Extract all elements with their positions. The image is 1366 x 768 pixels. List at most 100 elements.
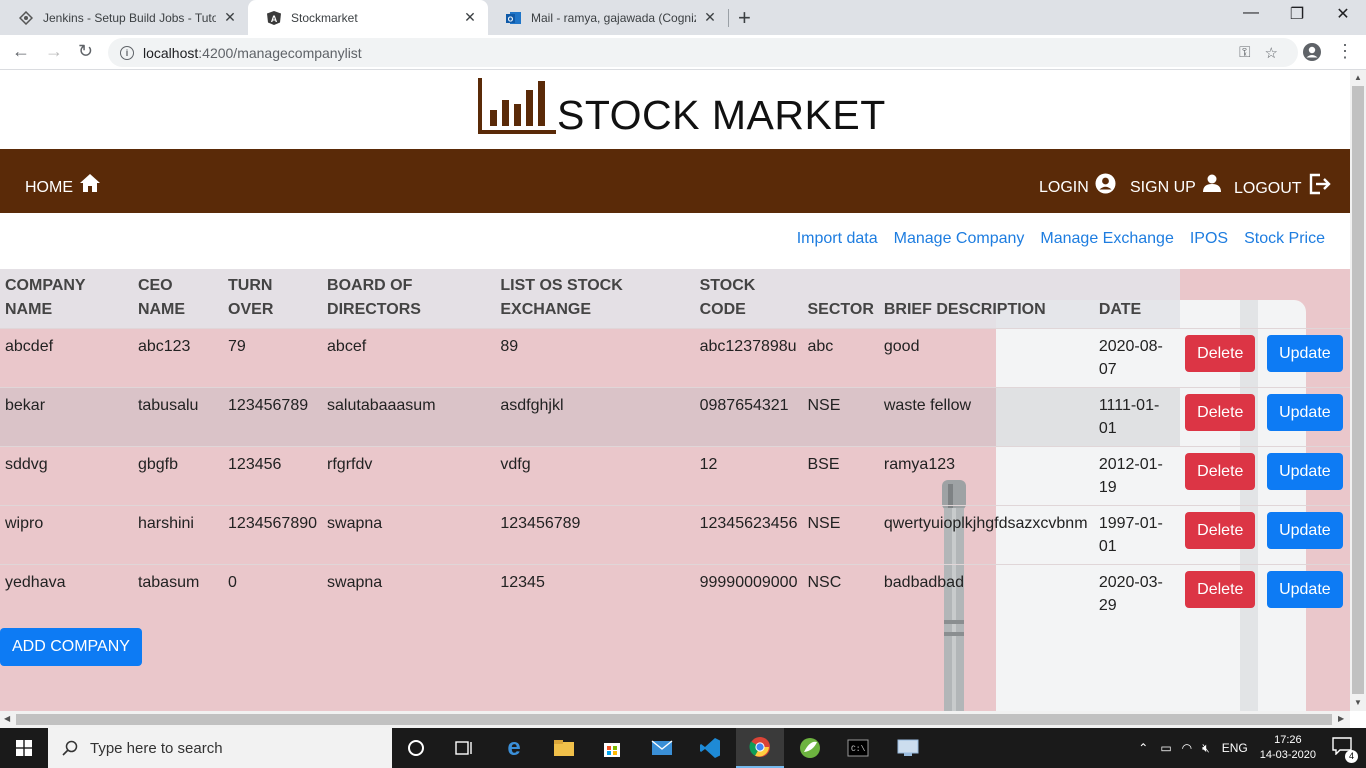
url-path: :4200/managecompanylist	[198, 44, 362, 61]
clock[interactable]: 17:26 14-03-2020	[1260, 733, 1316, 763]
wifi-icon[interactable]: ◠	[1182, 741, 1192, 755]
taskbar-search[interactable]: Type here to search	[48, 728, 392, 768]
vertical-scrollbar[interactable]: ▲ ▼	[1350, 70, 1366, 711]
cell-sector: abc	[802, 328, 879, 388]
cell-date: 1111-01- 01	[1093, 387, 1181, 447]
command-prompt-icon[interactable]: C:\	[834, 728, 882, 768]
cell-ceo: tabusalu	[132, 387, 224, 447]
restore-icon[interactable]: ❐	[1274, 4, 1320, 24]
battery-icon[interactable]: ▭	[1160, 741, 1171, 755]
cell-board: swapna	[322, 505, 496, 565]
cell-delete: Delete	[1180, 564, 1263, 623]
windows-start-icon[interactable]	[0, 728, 48, 768]
delete-button[interactable]: Delete	[1185, 335, 1256, 372]
svg-text:C:\: C:\	[851, 745, 866, 754]
link-manage-exchange[interactable]: Manage Exchange	[1040, 230, 1173, 248]
update-button[interactable]: Update	[1267, 394, 1343, 431]
profile-icon[interactable]	[1302, 42, 1322, 67]
scroll-right-icon[interactable]: ▶	[1338, 714, 1344, 723]
bookmark-star-icon[interactable]: ☆	[1265, 44, 1278, 62]
sub-navigation: Import data Manage Company Manage Exchan…	[797, 230, 1325, 248]
add-company-button[interactable]: ADD COMPANY	[0, 628, 142, 666]
update-button[interactable]: Update	[1267, 512, 1343, 549]
reload-icon[interactable]: ↻	[78, 41, 93, 62]
show-hidden-icons-icon[interactable]: ⌃	[1138, 741, 1148, 755]
file-explorer-icon[interactable]	[540, 728, 588, 768]
link-manage-company[interactable]: Manage Company	[894, 230, 1025, 248]
address-bar[interactable]: i localhost:4200/managecompanylist ⚿ ☆	[108, 38, 1298, 67]
scroll-up-icon[interactable]: ▲	[1350, 73, 1366, 82]
table-row: yedhava tabasum 0 swapna 12345 999900090…	[0, 564, 1350, 623]
nav-login[interactable]: LOGIN	[1039, 173, 1116, 197]
delete-button[interactable]: Delete	[1185, 453, 1256, 490]
horizontal-scroll-thumb[interactable]	[16, 714, 1332, 725]
update-button[interactable]: Update	[1267, 335, 1343, 372]
back-icon[interactable]: ←	[12, 41, 30, 62]
close-window-icon[interactable]: ✕	[1320, 4, 1366, 24]
cell-turnover: 0	[223, 564, 323, 623]
table-row: sddvg gbgfb 123456 rfgrfdv vdfg 12 BSE r…	[0, 446, 1350, 506]
remote-desktop-icon[interactable]	[884, 728, 932, 768]
nav-home[interactable]: HOME	[25, 173, 101, 197]
edge-icon[interactable]: e	[490, 728, 538, 768]
forward-icon[interactable]: →	[45, 41, 63, 62]
link-stock-price[interactable]: Stock Price	[1244, 230, 1325, 248]
spring-tool-icon[interactable]	[786, 728, 834, 768]
cell-turnover: 79	[223, 328, 323, 388]
cell-date: 2020-03- 29	[1093, 564, 1181, 623]
menu-kebab-icon[interactable]: ⋮	[1336, 41, 1354, 62]
browser-tab-stockmarket[interactable]: A Stockmarket ✕	[248, 0, 488, 35]
tab-title: Jenkins - Setup Build Jobs - Tutor	[43, 10, 216, 25]
tab-title: Mail - ramya, gajawada (Cogniza	[531, 10, 696, 25]
outlook-tab-icon: O	[506, 10, 522, 26]
header-update-col	[1262, 269, 1350, 329]
cortana-icon[interactable]	[392, 728, 440, 768]
mail-icon[interactable]	[638, 728, 686, 768]
key-icon[interactable]: ⚿	[1239, 44, 1250, 61]
browser-tab-mail[interactable]: O Mail - ramya, gajawada (Cogniza ✕	[488, 0, 728, 35]
minimize-icon[interactable]: —	[1228, 4, 1274, 22]
chrome-icon[interactable]	[736, 728, 784, 768]
vscode-icon[interactable]	[686, 728, 734, 768]
language-indicator[interactable]: ENG	[1222, 741, 1248, 755]
notification-count: 4	[1345, 749, 1358, 763]
task-view-icon[interactable]	[440, 728, 488, 768]
browser-tab-jenkins[interactable]: Jenkins - Setup Build Jobs - Tutor ✕	[0, 0, 248, 35]
store-icon[interactable]	[588, 728, 636, 768]
logout-icon	[1309, 173, 1331, 195]
close-tab-icon[interactable]: ✕	[702, 9, 718, 26]
nav-signup-label: SIGN UP	[1130, 179, 1196, 196]
scroll-down-icon[interactable]: ▼	[1350, 698, 1366, 707]
update-button[interactable]: Update	[1267, 453, 1343, 490]
header-date: DATE	[1093, 269, 1181, 329]
cell-exchange: 123456789	[495, 505, 695, 565]
vertical-scroll-thumb[interactable]	[1352, 86, 1364, 694]
delete-button[interactable]: Delete	[1185, 571, 1256, 608]
header-board-of-directors: BOARD OF DIRECTORS	[322, 269, 496, 329]
clock-time: 17:26	[1274, 734, 1302, 746]
link-import-data[interactable]: Import data	[797, 230, 878, 248]
close-tab-icon[interactable]: ✕	[462, 9, 478, 26]
table-row: bekar tabusalu 123456789 salutabaaasum a…	[0, 387, 1350, 447]
search-placeholder: Type here to search	[90, 739, 223, 757]
horizontal-scrollbar[interactable]: ◀ ▶	[0, 711, 1350, 728]
nav-signup[interactable]: SIGN UP	[1130, 173, 1222, 197]
cell-company: wipro	[0, 505, 133, 565]
new-tab-icon[interactable]: +	[738, 5, 751, 31]
header-ceo-name: CEO NAME	[132, 269, 224, 329]
account-circle-icon	[1095, 173, 1116, 194]
link-ipos[interactable]: IPOS	[1190, 230, 1228, 248]
nav-logout[interactable]: LOGOUT	[1234, 173, 1332, 198]
close-tab-icon[interactable]: ✕	[222, 9, 238, 26]
action-center-icon[interactable]: 4	[1332, 736, 1358, 763]
cell-ceo: abc123	[132, 328, 224, 388]
site-info-icon[interactable]: i	[120, 45, 134, 60]
cell-delete: Delete	[1180, 446, 1263, 506]
cell-company: yedhava	[0, 564, 133, 623]
header-stock-exchange: LIST OS STOCK EXCHANGE	[495, 269, 695, 329]
delete-button[interactable]: Delete	[1185, 512, 1256, 549]
scroll-left-icon[interactable]: ◀	[4, 714, 10, 723]
volume-muted-icon[interactable]: 🔇︎	[1202, 741, 1210, 756]
update-button[interactable]: Update	[1267, 571, 1343, 608]
delete-button[interactable]: Delete	[1185, 394, 1256, 431]
